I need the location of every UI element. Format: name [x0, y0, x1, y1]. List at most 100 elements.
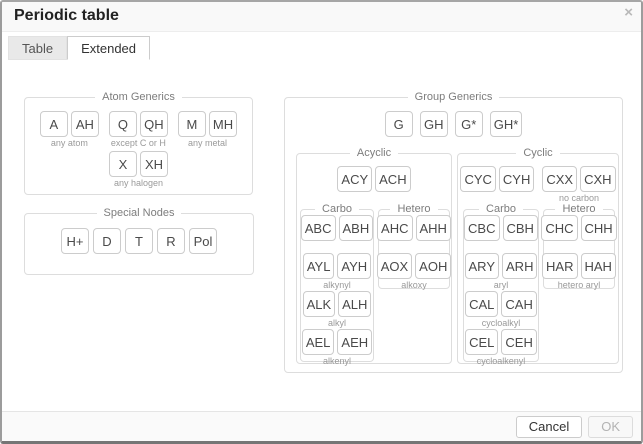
ayh-button[interactable]: AYH — [337, 253, 371, 279]
cxx-button[interactable]: CXX — [542, 166, 577, 192]
mh-button[interactable]: MH — [209, 111, 237, 137]
abc-button[interactable]: ABC — [301, 215, 336, 241]
any-halogen-group: X XH any halogen — [109, 151, 168, 189]
cycloalkyl-group: CAL CAH cycloalkyl — [465, 291, 537, 329]
cyclic-top-row: CYC CYH CXX CXH no carbon — [458, 154, 618, 204]
ach-button[interactable]: ACH — [375, 166, 410, 192]
group-caption: alkyl — [328, 318, 346, 329]
group-caption: alkenyl — [323, 356, 351, 367]
cbh-button[interactable]: CBH — [503, 215, 538, 241]
button-group: CYC CYH — [460, 166, 534, 204]
dialog-titlebar: Periodic table × — [2, 2, 641, 32]
arh-button[interactable]: ARH — [502, 253, 537, 279]
group-caption: any halogen — [114, 178, 163, 189]
aox-button[interactable]: AOX — [377, 253, 412, 279]
alkynyl-group: AYL AYH alkynyl — [303, 253, 371, 291]
atom-generics-panel: Atom Generics A AH any atom Q QH except … — [24, 97, 253, 195]
dialog-footer: Cancel OK — [2, 411, 641, 441]
hetero-aryl-group: HAR HAH hetero aryl — [542, 253, 616, 291]
ahc-button[interactable]: AHC — [377, 215, 412, 241]
acyclic-carbo-panel: Carbo ABC ABH AYL AYH alk — [300, 209, 374, 362]
alkenyl-group: AEL AEH alkenyl — [302, 329, 372, 367]
cxh-button[interactable]: CXH — [580, 166, 615, 192]
h-plus-button[interactable]: H+ — [61, 228, 89, 254]
abh-button[interactable]: ABH — [339, 215, 374, 241]
group-caption: alkoxy — [401, 280, 427, 291]
acy-button[interactable]: ACY — [337, 166, 372, 192]
dialog-title: Periodic table — [14, 7, 119, 25]
t-button[interactable]: T — [125, 228, 153, 254]
alk-button[interactable]: ALK — [303, 291, 336, 317]
gh-button[interactable]: GH — [420, 111, 448, 137]
button-group: CHC CHH — [541, 215, 616, 253]
tab-extended[interactable]: Extended — [67, 36, 150, 60]
ahh-button[interactable]: AHH — [416, 215, 451, 241]
pol-button[interactable]: Pol — [189, 228, 217, 254]
cycloalkenyl-group: CEL CEH cycloalkenyl — [465, 329, 537, 367]
d-button[interactable]: D — [93, 228, 121, 254]
acyclic-top-row: ACY ACH — [297, 154, 451, 192]
cah-button[interactable]: CAH — [501, 291, 536, 317]
atom-generics-row-1: A AH any atom Q QH except C or H M MH an… — [25, 98, 252, 149]
cyclic-carbo-panel: Carbo CBC CBH ARY ARH ary — [463, 209, 539, 362]
aoh-button[interactable]: AOH — [415, 253, 451, 279]
ayl-button[interactable]: AYL — [303, 253, 335, 279]
except-c-or-h-group: Q QH except C or H — [109, 111, 168, 149]
group-caption: aryl — [494, 280, 509, 291]
q-button[interactable]: Q — [109, 111, 137, 137]
group-caption: cycloalkenyl — [477, 356, 526, 367]
chh-button[interactable]: CHH — [581, 215, 617, 241]
tab-table[interactable]: Table — [8, 36, 67, 60]
alkyl-group: ALK ALH alkyl — [303, 291, 372, 329]
button-group: CBC CBH — [464, 215, 538, 253]
group-caption: any atom — [51, 138, 88, 149]
xh-button[interactable]: XH — [140, 151, 168, 177]
g-star-button[interactable]: G* — [455, 111, 483, 137]
gh-star-button[interactable]: GH* — [490, 111, 523, 137]
qh-button[interactable]: QH — [140, 111, 168, 137]
acyclic-panel: Acyclic ACY ACH Carbo ABC ABH — [296, 153, 452, 364]
a-button[interactable]: A — [40, 111, 68, 137]
chc-button[interactable]: CHC — [541, 215, 577, 241]
group-caption: hetero aryl — [558, 280, 601, 291]
button-group: AHC AHH — [377, 215, 451, 253]
ael-button[interactable]: AEL — [302, 329, 335, 355]
group-caption: alkynyl — [323, 280, 351, 291]
button-group: ABC ABH — [301, 215, 373, 253]
m-button[interactable]: M — [178, 111, 206, 137]
tab-bar: Table Extended — [8, 36, 150, 60]
g-button[interactable]: G — [385, 111, 413, 137]
ah-button[interactable]: AH — [71, 111, 99, 137]
x-button[interactable]: X — [109, 151, 137, 177]
group-caption: any metal — [188, 138, 227, 149]
close-icon[interactable]: × — [624, 4, 633, 22]
cyclic-hetero-panel: Hetero CHC CHH HAR HAH he — [543, 209, 615, 289]
alkoxy-group: AOX AOH alkoxy — [377, 253, 452, 291]
aeh-button[interactable]: AEH — [337, 329, 372, 355]
hah-button[interactable]: HAH — [581, 253, 616, 279]
cancel-button[interactable]: Cancel — [516, 416, 582, 438]
any-metal-group: M MH any metal — [178, 111, 237, 149]
alh-button[interactable]: ALH — [338, 291, 371, 317]
cel-button[interactable]: CEL — [465, 329, 498, 355]
atom-generics-row-2: X XH any halogen — [25, 151, 252, 189]
r-button[interactable]: R — [157, 228, 185, 254]
ok-button[interactable]: OK — [588, 416, 633, 438]
special-nodes-row: H+ D T R Pol — [25, 214, 253, 254]
group-caption: cycloalkyl — [482, 318, 521, 329]
cyclic-panel: Cyclic CYC CYH CXX CXH no carbon — [457, 153, 619, 364]
cbc-button[interactable]: CBC — [464, 215, 499, 241]
cyh-button[interactable]: CYH — [499, 166, 534, 192]
acyclic-hetero-panel: Hetero AHC AHH AOX AOH al — [378, 209, 450, 289]
ary-button[interactable]: ARY — [465, 253, 500, 279]
cyc-button[interactable]: CYC — [460, 166, 495, 192]
no-carbon-group: CXX CXH no carbon — [542, 166, 615, 204]
group-caption: no carbon — [559, 193, 599, 204]
cal-button[interactable]: CAL — [465, 291, 498, 317]
group-caption: except C or H — [111, 138, 166, 149]
special-nodes-panel: Special Nodes H+ D T R Pol — [24, 213, 254, 275]
group-generics-panel: Group Generics G GH G* GH* Acyclic ACY A… — [284, 97, 623, 373]
ceh-button[interactable]: CEH — [501, 329, 536, 355]
har-button[interactable]: HAR — [542, 253, 577, 279]
periodic-table-dialog: Periodic table × Table Extended Atom Gen… — [0, 0, 643, 444]
